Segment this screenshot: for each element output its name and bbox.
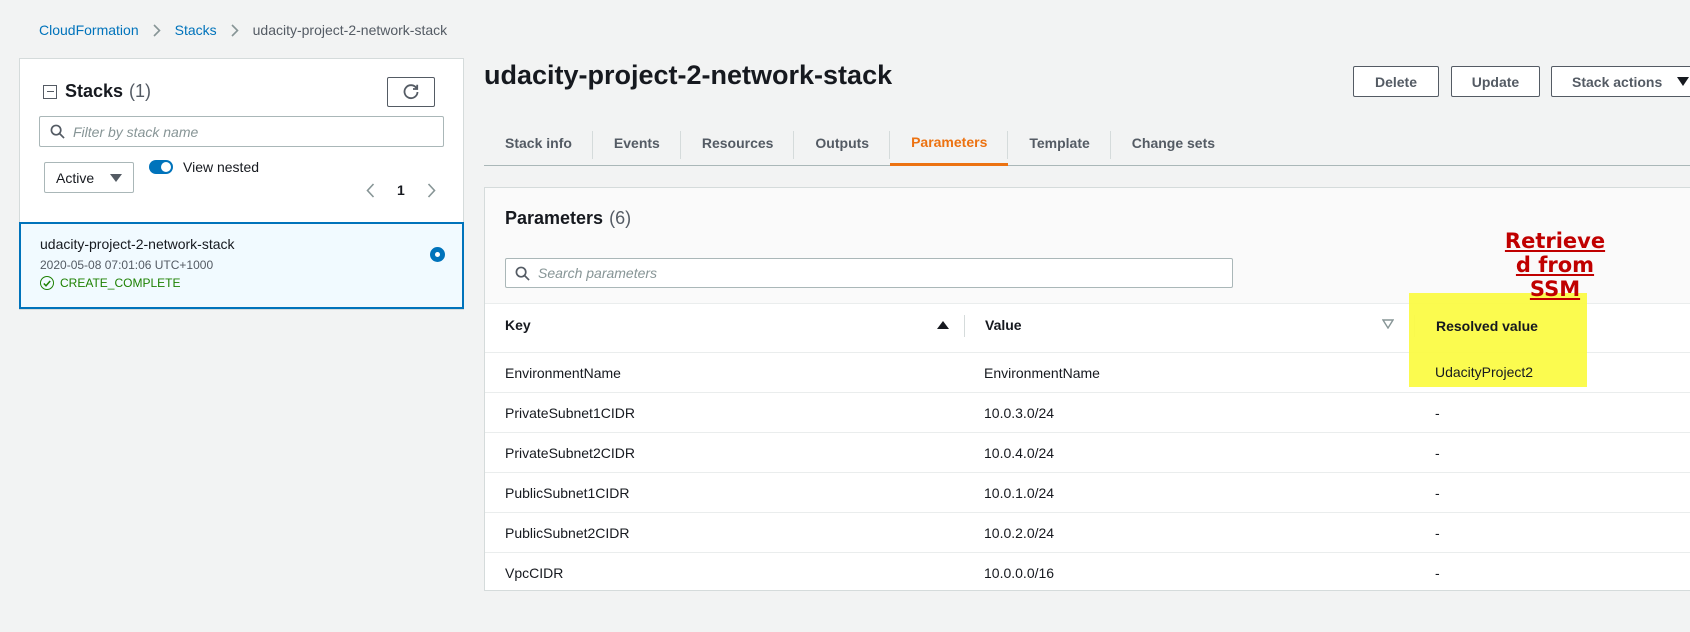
current-page[interactable]: 1: [397, 182, 405, 198]
parameters-title-text: Parameters: [505, 208, 604, 228]
row-key: VpcCIDR: [505, 565, 564, 581]
row-resolved-value: -: [1435, 485, 1440, 501]
page-title: udacity-project-2-network-stack: [484, 60, 893, 90]
table-row: PublicSubnet1CIDR 10.0.1.0/24 -: [485, 472, 1690, 512]
stacks-panel-title: Stacks: [65, 81, 124, 101]
tab-stack-info[interactable]: Stack info: [484, 120, 593, 166]
stack-filter-input[interactable]: [73, 123, 427, 140]
breadcrumb-stacks-link[interactable]: Stacks: [175, 22, 217, 38]
tab-parameters[interactable]: Parameters: [890, 120, 1009, 166]
row-value: 10.0.1.0/24: [984, 485, 1055, 501]
stacks-count: (1): [129, 81, 152, 101]
row-key: PrivateSubnet2CIDR: [505, 445, 635, 461]
annotation-line: Retrieve: [1504, 229, 1606, 253]
row-resolved-value: -: [1435, 445, 1440, 461]
breadcrumb: CloudFormation Stacks udacity-project-2-…: [39, 22, 447, 38]
view-nested-label: View nested: [183, 159, 260, 175]
row-value: 10.0.0.0/16: [984, 565, 1055, 581]
tab-outputs[interactable]: Outputs: [794, 120, 890, 166]
sort-ascending-icon[interactable]: [937, 321, 949, 329]
stack-actions-button[interactable]: Stack actions: [1551, 66, 1690, 97]
chevron-right-icon: [153, 23, 161, 37]
row-value: EnvironmentName: [984, 365, 1100, 381]
stack-select-radio[interactable]: [430, 247, 445, 262]
stack-item-name: udacity-project-2-network-stack: [40, 236, 235, 252]
parameters-title: Parameters (6): [505, 208, 631, 229]
update-button[interactable]: Update: [1451, 66, 1540, 97]
breadcrumb-cloudformation-link[interactable]: CloudFormation: [39, 22, 139, 38]
tab-events[interactable]: Events: [593, 120, 681, 166]
row-resolved-value: UdacityProject2: [1435, 364, 1534, 380]
stack-item-date: 2020-05-08 07:01:06 UTC+1000: [40, 258, 214, 272]
stack-list-item[interactable]: udacity-project-2-network-stack 2020-05-…: [19, 222, 464, 309]
refresh-icon: [403, 84, 419, 100]
caret-down-icon: [1677, 77, 1689, 86]
view-nested-toggle-group: View nested: [149, 159, 259, 175]
row-key: PublicSubnet1CIDR: [505, 485, 630, 501]
parameters-count: (6): [609, 208, 632, 228]
table-row: PrivateSubnet2CIDR 10.0.4.0/24 -: [485, 432, 1690, 472]
parameter-search-input[interactable]: [538, 265, 1184, 281]
table-row: PrivateSubnet1CIDR 10.0.3.0/24 -: [485, 392, 1690, 432]
tab-change-sets[interactable]: Change sets: [1111, 120, 1236, 166]
pagination: 1: [366, 182, 436, 198]
tab-template[interactable]: Template: [1008, 120, 1112, 166]
annotation-line: d from: [1515, 253, 1595, 277]
stack-filter-field[interactable]: [39, 116, 444, 147]
collapse-icon[interactable]: [43, 84, 57, 99]
row-key: EnvironmentName: [505, 365, 621, 381]
table-row: VpcCIDR 10.0.0.0/16 -: [485, 552, 1690, 592]
row-resolved-value: -: [1435, 565, 1440, 581]
breadcrumb-current: udacity-project-2-network-stack: [252, 22, 448, 38]
row-value: 10.0.3.0/24: [984, 405, 1055, 421]
row-resolved-value: -: [1435, 525, 1440, 541]
annotation-note: Retrieve d from SSM: [1500, 229, 1610, 301]
search-icon: [515, 266, 530, 281]
check-circle-icon: [40, 276, 54, 290]
row-key: PublicSubnet2CIDR: [505, 525, 630, 541]
view-nested-toggle[interactable]: [149, 160, 173, 174]
search-icon: [50, 124, 65, 139]
column-header-value[interactable]: Value: [985, 317, 1022, 333]
row-value: 10.0.4.0/24: [984, 445, 1055, 461]
stack-item-status: CREATE_COMPLETE: [40, 276, 443, 290]
stacks-panel-header: Stacks (1): [43, 81, 151, 102]
row-resolved-value: -: [1435, 405, 1440, 421]
column-divider: [964, 315, 965, 337]
row-value: 10.0.2.0/24: [984, 525, 1055, 541]
status-filter-value: Active: [56, 169, 95, 186]
row-key: PrivateSubnet1CIDR: [505, 405, 635, 421]
column-header-key[interactable]: Key: [505, 317, 531, 333]
parameter-search-field[interactable]: [505, 258, 1233, 288]
column-header-resolved[interactable]: Resolved value: [1436, 318, 1538, 334]
annotation-line: SSM: [1529, 277, 1581, 301]
tab-resources[interactable]: Resources: [681, 120, 795, 166]
stack-actions-label: Stack actions: [1572, 73, 1663, 90]
sort-descending-icon[interactable]: [1382, 319, 1394, 329]
status-filter-select[interactable]: Active: [44, 162, 134, 193]
stack-detail-tabs: Stack info Events Resources Outputs Para…: [484, 120, 1690, 166]
chevron-right-icon: [231, 23, 239, 37]
table-row: PublicSubnet2CIDR 10.0.2.0/24 -: [485, 512, 1690, 552]
refresh-button[interactable]: [387, 77, 435, 107]
delete-button[interactable]: Delete: [1353, 66, 1439, 97]
caret-down-icon: [110, 174, 122, 182]
next-page-icon[interactable]: [427, 182, 436, 198]
stack-status-text: CREATE_COMPLETE: [60, 276, 181, 290]
prev-page-icon[interactable]: [366, 182, 375, 198]
